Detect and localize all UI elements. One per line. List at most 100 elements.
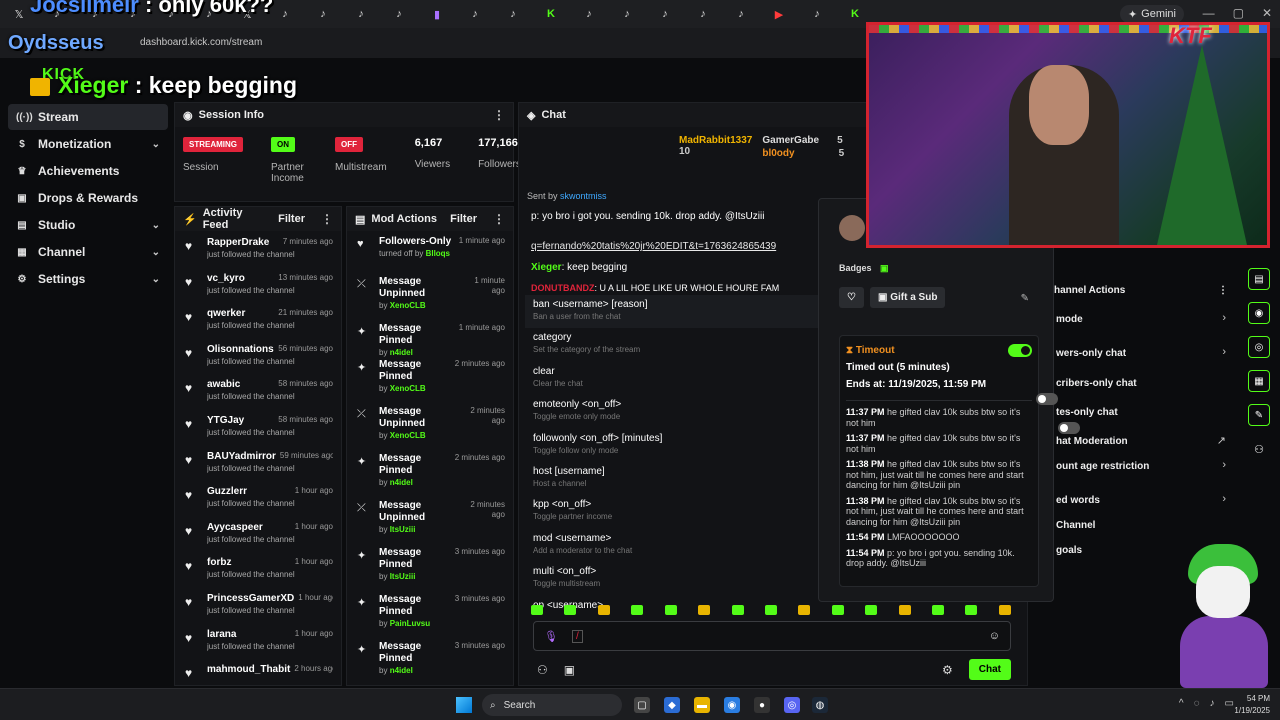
twitch-icon[interactable]: ▮ xyxy=(429,6,445,22)
kick-icon[interactable]: K xyxy=(543,6,559,22)
sent-by-user[interactable]: skwontmiss xyxy=(560,191,607,201)
tiktok-icon[interactable]: ♪ xyxy=(277,6,293,22)
more-icon[interactable]: ⋮ xyxy=(321,212,333,226)
send-chat-button[interactable]: Chat xyxy=(968,659,1011,680)
emoji-icon[interactable]: ☺ xyxy=(989,630,1000,642)
channel-action-item[interactable]: ed words xyxy=(1056,495,1100,506)
list-item[interactable]: ♥ Followers-Only 1 minute ago turned off by… xyxy=(347,231,513,271)
chevron-right-icon[interactable]: › xyxy=(1222,346,1226,358)
chat-username[interactable]: Xieger xyxy=(531,262,562,273)
command-suggestion[interactable]: emoteonly <on_off> Toggle emote only mode xyxy=(525,395,825,428)
gifter-first[interactable]: MadRabbit1337 10 xyxy=(679,135,752,159)
app-icon[interactable]: ● xyxy=(754,697,770,713)
list-item[interactable]: ✦ Message Pinned 2 minutes ago by XenoCLB xyxy=(347,354,513,401)
chat-link[interactable]: q=fernando%20tatis%20jr%20EDIT&t=1763624… xyxy=(531,241,776,252)
close-icon[interactable]: ✕ xyxy=(1262,6,1272,20)
emote-icon[interactable] xyxy=(965,605,978,615)
x-icon[interactable]: 𝕏 xyxy=(11,6,27,22)
emote-icon[interactable] xyxy=(932,605,945,615)
status-badge[interactable]: OFF xyxy=(335,137,363,152)
users-icon[interactable]: ⚇ xyxy=(537,663,548,677)
moderator-name[interactable]: n4idel xyxy=(390,666,413,675)
folder-icon[interactable]: ▬ xyxy=(694,697,710,713)
follower-name[interactable]: mahmoud_Thabit xyxy=(207,664,290,675)
tiktok-icon[interactable]: ♪ xyxy=(619,6,635,22)
follow-button[interactable]: ♡ xyxy=(839,287,864,308)
minimize-icon[interactable]: — xyxy=(1203,6,1215,20)
list-item[interactable]: ⤫ Message Unpinned 2 minutes ago by ItsUzii… xyxy=(347,495,513,542)
channel-action-item[interactable]: goals xyxy=(1056,545,1082,556)
follower-name[interactable]: RapperDrake xyxy=(207,237,269,248)
channel-action-item[interactable]: cribers-only chat xyxy=(1056,378,1137,389)
sidebar-item-settings[interactable]: ⚙ Settings ⌄ xyxy=(8,266,168,292)
steam-icon[interactable]: ◍ xyxy=(812,697,828,713)
list-item[interactable]: ♥ Guzzlerr 1 hour ago just followed the cha… xyxy=(175,480,341,516)
follower-name[interactable]: BAUYadmirror xyxy=(207,451,276,462)
emote-icon[interactable] xyxy=(564,605,577,615)
copilot-icon[interactable]: ◆ xyxy=(664,697,680,713)
tiktok-icon[interactable]: ♪ xyxy=(315,6,331,22)
command-suggestion[interactable]: mod <username> Add a moderator to the cha… xyxy=(525,529,825,562)
emote-icon[interactable] xyxy=(698,605,711,615)
moderator-name[interactable]: XenoCLB xyxy=(390,301,426,310)
channel-action-item[interactable]: ount age restriction xyxy=(1056,461,1149,472)
follower-name[interactable]: YTGJay xyxy=(207,415,244,426)
gear-icon[interactable]: ⚙ xyxy=(942,663,953,677)
chevron-right-icon[interactable]: › xyxy=(1222,312,1226,324)
chart-icon[interactable]: ↗ xyxy=(1217,434,1226,447)
chat-input[interactable]: 🎙 / ☺ xyxy=(533,621,1011,651)
wrench-icon[interactable]: ✎ xyxy=(1248,404,1270,426)
sidebar-item-studio[interactable]: ▤ Studio ⌄ xyxy=(8,212,168,238)
emote-icon[interactable] xyxy=(898,605,911,615)
follower-name[interactable]: vc_kyro xyxy=(207,273,245,284)
list-item[interactable]: ⤫ Message Unpinned 1 minute ago by XenoCLB xyxy=(347,271,513,318)
list-item[interactable]: ✦ Message Pinned 3 minutes ago by PainLuvsu xyxy=(347,589,513,636)
tiktok-icon[interactable]: ♪ xyxy=(809,6,825,22)
emote-icon[interactable] xyxy=(731,605,744,615)
follower-name[interactable]: Ayycaspeer xyxy=(207,522,263,533)
toggle-switch[interactable] xyxy=(1058,422,1080,434)
chevron-up-icon[interactable]: ^ xyxy=(1179,698,1184,709)
chevron-right-icon[interactable]: › xyxy=(1222,459,1226,471)
follower-name[interactable]: forbz xyxy=(207,557,231,568)
command-suggestion[interactable]: followonly <on_off> [minutes] Toggle foll… xyxy=(525,429,825,462)
gift-icon[interactable]: ▣ xyxy=(564,663,575,677)
tiktok-icon[interactable]: ♪ xyxy=(505,6,521,22)
maximize-icon[interactable]: ▢ xyxy=(1233,6,1244,20)
list-item[interactable]: ♥ qwerker 21 minutes ago just followed the … xyxy=(175,302,341,338)
follower-name[interactable]: Guzzlerr xyxy=(207,486,247,497)
tiktok-icon[interactable]: ♪ xyxy=(467,6,483,22)
list-item[interactable]: ♥ RapperDrake 7 minutes ago just followed t… xyxy=(175,231,341,267)
list-item[interactable]: ♥ awabic 58 minutes ago just followed the c… xyxy=(175,373,341,409)
moderator-name[interactable]: XenoCLB xyxy=(390,384,426,393)
notes-icon[interactable]: ▤ xyxy=(1248,268,1270,290)
moderator-name[interactable]: PainLuvsu xyxy=(390,619,430,628)
broadcast-icon[interactable]: ◎ xyxy=(1248,336,1270,358)
timeout-toggle[interactable] xyxy=(1008,344,1032,357)
command-suggestion[interactable]: clear Clear the chat xyxy=(525,362,825,395)
chevron-down-icon[interactable]: ⌄ xyxy=(152,220,160,231)
clock[interactable]: 54 PM 1/19/2025 xyxy=(1234,693,1270,717)
chrome-icon[interactable]: ◉ xyxy=(724,697,740,713)
emote-icon[interactable] xyxy=(798,605,811,615)
list-item[interactable]: ✦ Message Pinned 3 minutes ago by ItsUziii xyxy=(347,542,513,589)
moderator-name[interactable]: Blloqs xyxy=(426,249,450,258)
list-item[interactable]: ⤫ Message Unpinned 2 minutes ago by XenoCLB xyxy=(347,401,513,448)
emote-icon[interactable] xyxy=(597,605,610,615)
sidebar-item-monetization[interactable]: $ Monetization ⌄ xyxy=(8,131,168,157)
moderator-name[interactable]: ItsUziii xyxy=(390,525,416,534)
status-badge[interactable]: ON xyxy=(271,137,295,152)
tiktok-icon[interactable]: ♪ xyxy=(695,6,711,22)
channel-action-item[interactable]: wers-only chat xyxy=(1056,348,1126,359)
sidebar-item-channel[interactable]: ▦ Channel ⌄ xyxy=(8,239,168,265)
filter-button[interactable]: Filter xyxy=(278,213,305,225)
discord-icon[interactable]: ◎ xyxy=(784,697,800,713)
moderator-name[interactable]: ItsUziii xyxy=(390,572,416,581)
channel-action-item[interactable]: mode xyxy=(1056,314,1083,325)
filter-button[interactable]: Filter xyxy=(450,213,477,225)
gift-sub-button[interactable]: ▣ Gift a Sub xyxy=(869,287,946,308)
follower-name[interactable]: larana xyxy=(207,629,236,640)
sidebar-item-achievements[interactable]: ♛ Achievements xyxy=(8,158,168,184)
moderator-name[interactable]: XenoCLB xyxy=(390,431,426,440)
command-suggestion[interactable]: host [username] Host a channel xyxy=(525,462,825,495)
